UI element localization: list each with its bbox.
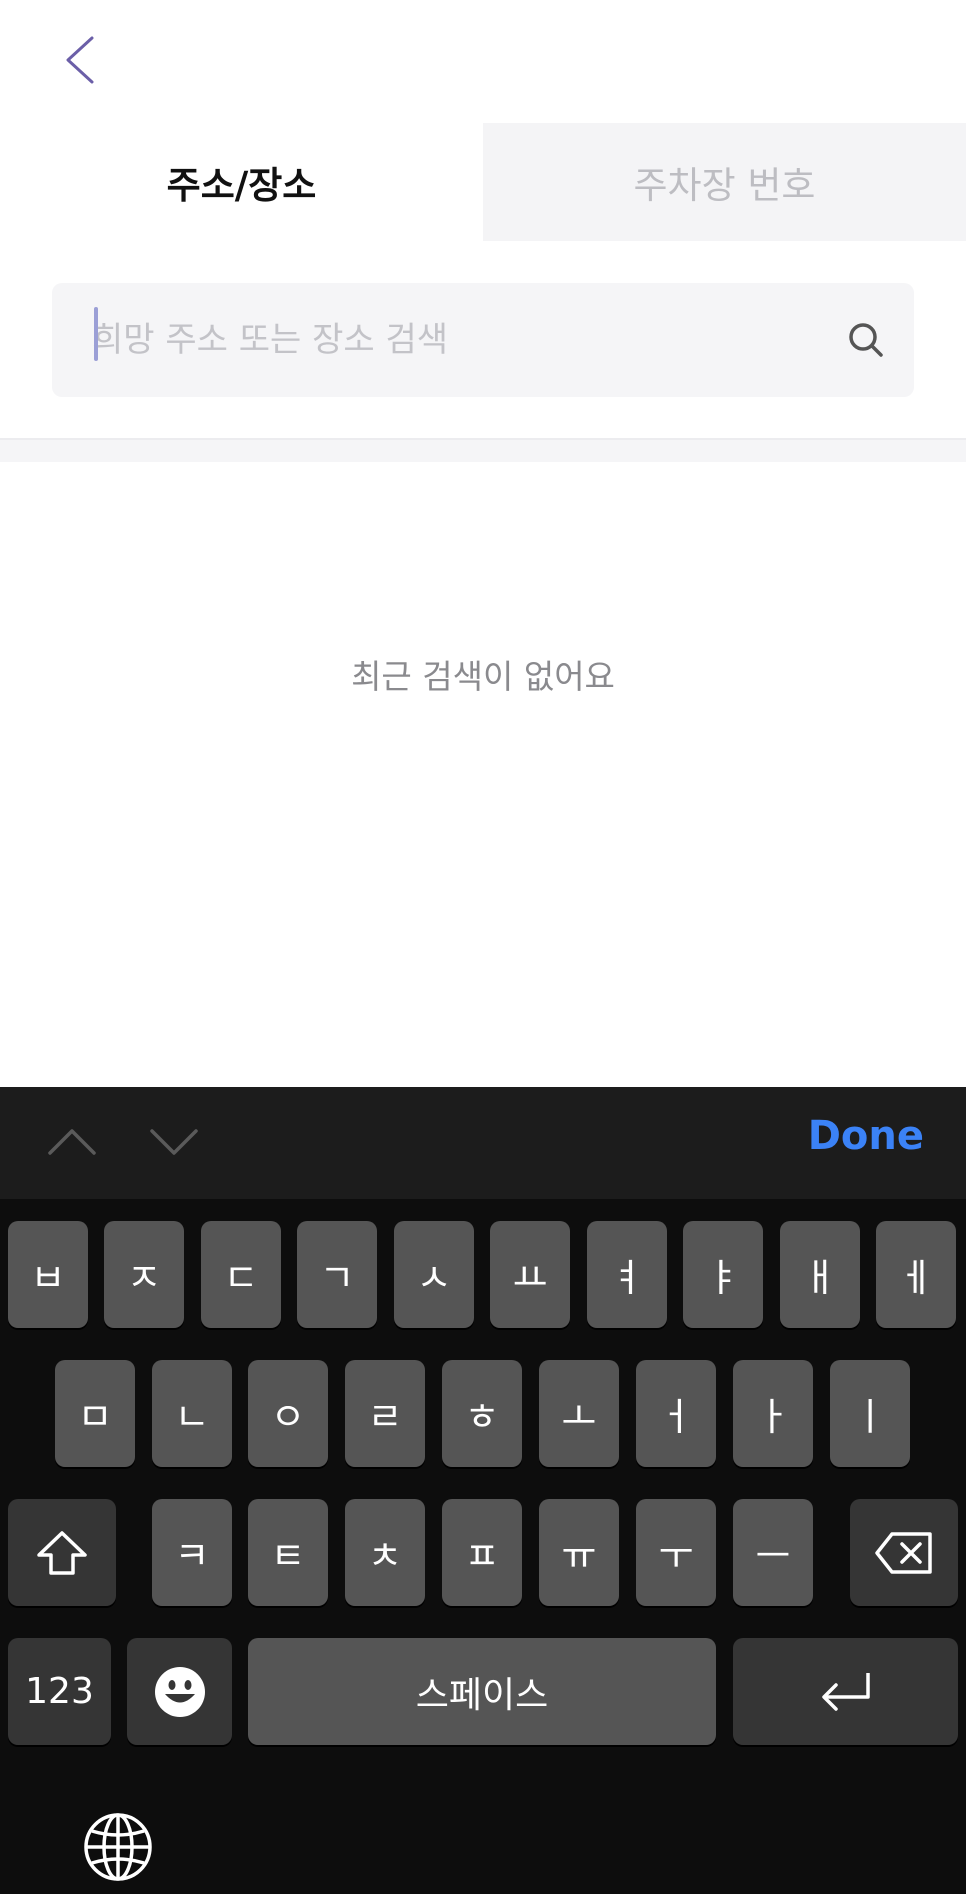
- key[interactable]: ㅔ: [876, 1221, 956, 1328]
- key[interactable]: ㅈ: [104, 1221, 184, 1328]
- key[interactable]: ㅕ: [587, 1221, 667, 1328]
- key[interactable]: ㅅ: [394, 1221, 474, 1328]
- key[interactable]: ㅍ: [442, 1499, 522, 1606]
- return-key[interactable]: [733, 1638, 958, 1745]
- key[interactable]: ㅑ: [683, 1221, 763, 1328]
- key[interactable]: ㅎ: [442, 1360, 522, 1467]
- key[interactable]: ㄹ: [345, 1360, 425, 1467]
- key[interactable]: ㅡ: [733, 1499, 813, 1606]
- key[interactable]: ㅇ: [248, 1360, 328, 1467]
- key[interactable]: ㅐ: [780, 1221, 860, 1328]
- chevron-left-icon: [66, 36, 94, 84]
- key[interactable]: ㅌ: [248, 1499, 328, 1606]
- key[interactable]: ㅠ: [539, 1499, 619, 1606]
- tab-bar: 주소/장소 주차장 번호: [0, 123, 966, 241]
- key[interactable]: ㄱ: [297, 1221, 377, 1328]
- text-caret: [94, 307, 98, 361]
- key[interactable]: ㄴ: [152, 1360, 232, 1467]
- section-divider: [0, 438, 966, 462]
- key[interactable]: ㅓ: [636, 1360, 716, 1467]
- empty-state-message: 최근 검색이 없어요: [351, 657, 615, 696]
- search-input[interactable]: [92, 283, 832, 397]
- key[interactable]: ㅜ: [636, 1499, 716, 1606]
- emoji-icon: [154, 1666, 205, 1717]
- key[interactable]: ㅋ: [152, 1499, 232, 1606]
- tab-address-place[interactable]: 주소/장소: [0, 123, 483, 241]
- key[interactable]: ㅣ: [830, 1360, 910, 1467]
- shift-icon: [37, 1530, 87, 1575]
- keyboard-toolbar: Done: [0, 1087, 966, 1199]
- done-button[interactable]: Done: [808, 1113, 924, 1159]
- tab-parking-number[interactable]: 주차장 번호: [483, 123, 966, 241]
- key[interactable]: ㅗ: [539, 1360, 619, 1467]
- key[interactable]: ㅁ: [55, 1360, 135, 1467]
- backspace-icon: [875, 1531, 932, 1574]
- key[interactable]: ㅊ: [345, 1499, 425, 1606]
- key[interactable]: ㅏ: [733, 1360, 813, 1467]
- chevron-up-icon[interactable]: [44, 1117, 100, 1167]
- key[interactable]: ㄷ: [201, 1221, 281, 1328]
- globe-icon[interactable]: [82, 1811, 154, 1883]
- return-icon: [821, 1672, 870, 1711]
- numbers-key[interactable]: 123: [8, 1638, 111, 1745]
- keyboard: ㅂ ㅈ ㄷ ㄱ ㅅ ㅛ ㅕ ㅑ ㅐ ㅔ ㅁ ㄴ ㅇ ㄹ ㅎ ㅗ ㅓ ㅏ ㅣ ㅋ …: [0, 1199, 966, 1894]
- search-icon[interactable]: [846, 320, 886, 360]
- emoji-key[interactable]: [127, 1638, 232, 1745]
- delete-key[interactable]: [850, 1499, 958, 1606]
- space-key[interactable]: 스페이스: [248, 1638, 716, 1745]
- search-box: [52, 283, 914, 397]
- shift-key[interactable]: [8, 1499, 116, 1606]
- back-button[interactable]: [58, 30, 108, 90]
- key[interactable]: ㅂ: [8, 1221, 88, 1328]
- chevron-down-icon[interactable]: [146, 1117, 202, 1167]
- key[interactable]: ㅛ: [490, 1221, 570, 1328]
